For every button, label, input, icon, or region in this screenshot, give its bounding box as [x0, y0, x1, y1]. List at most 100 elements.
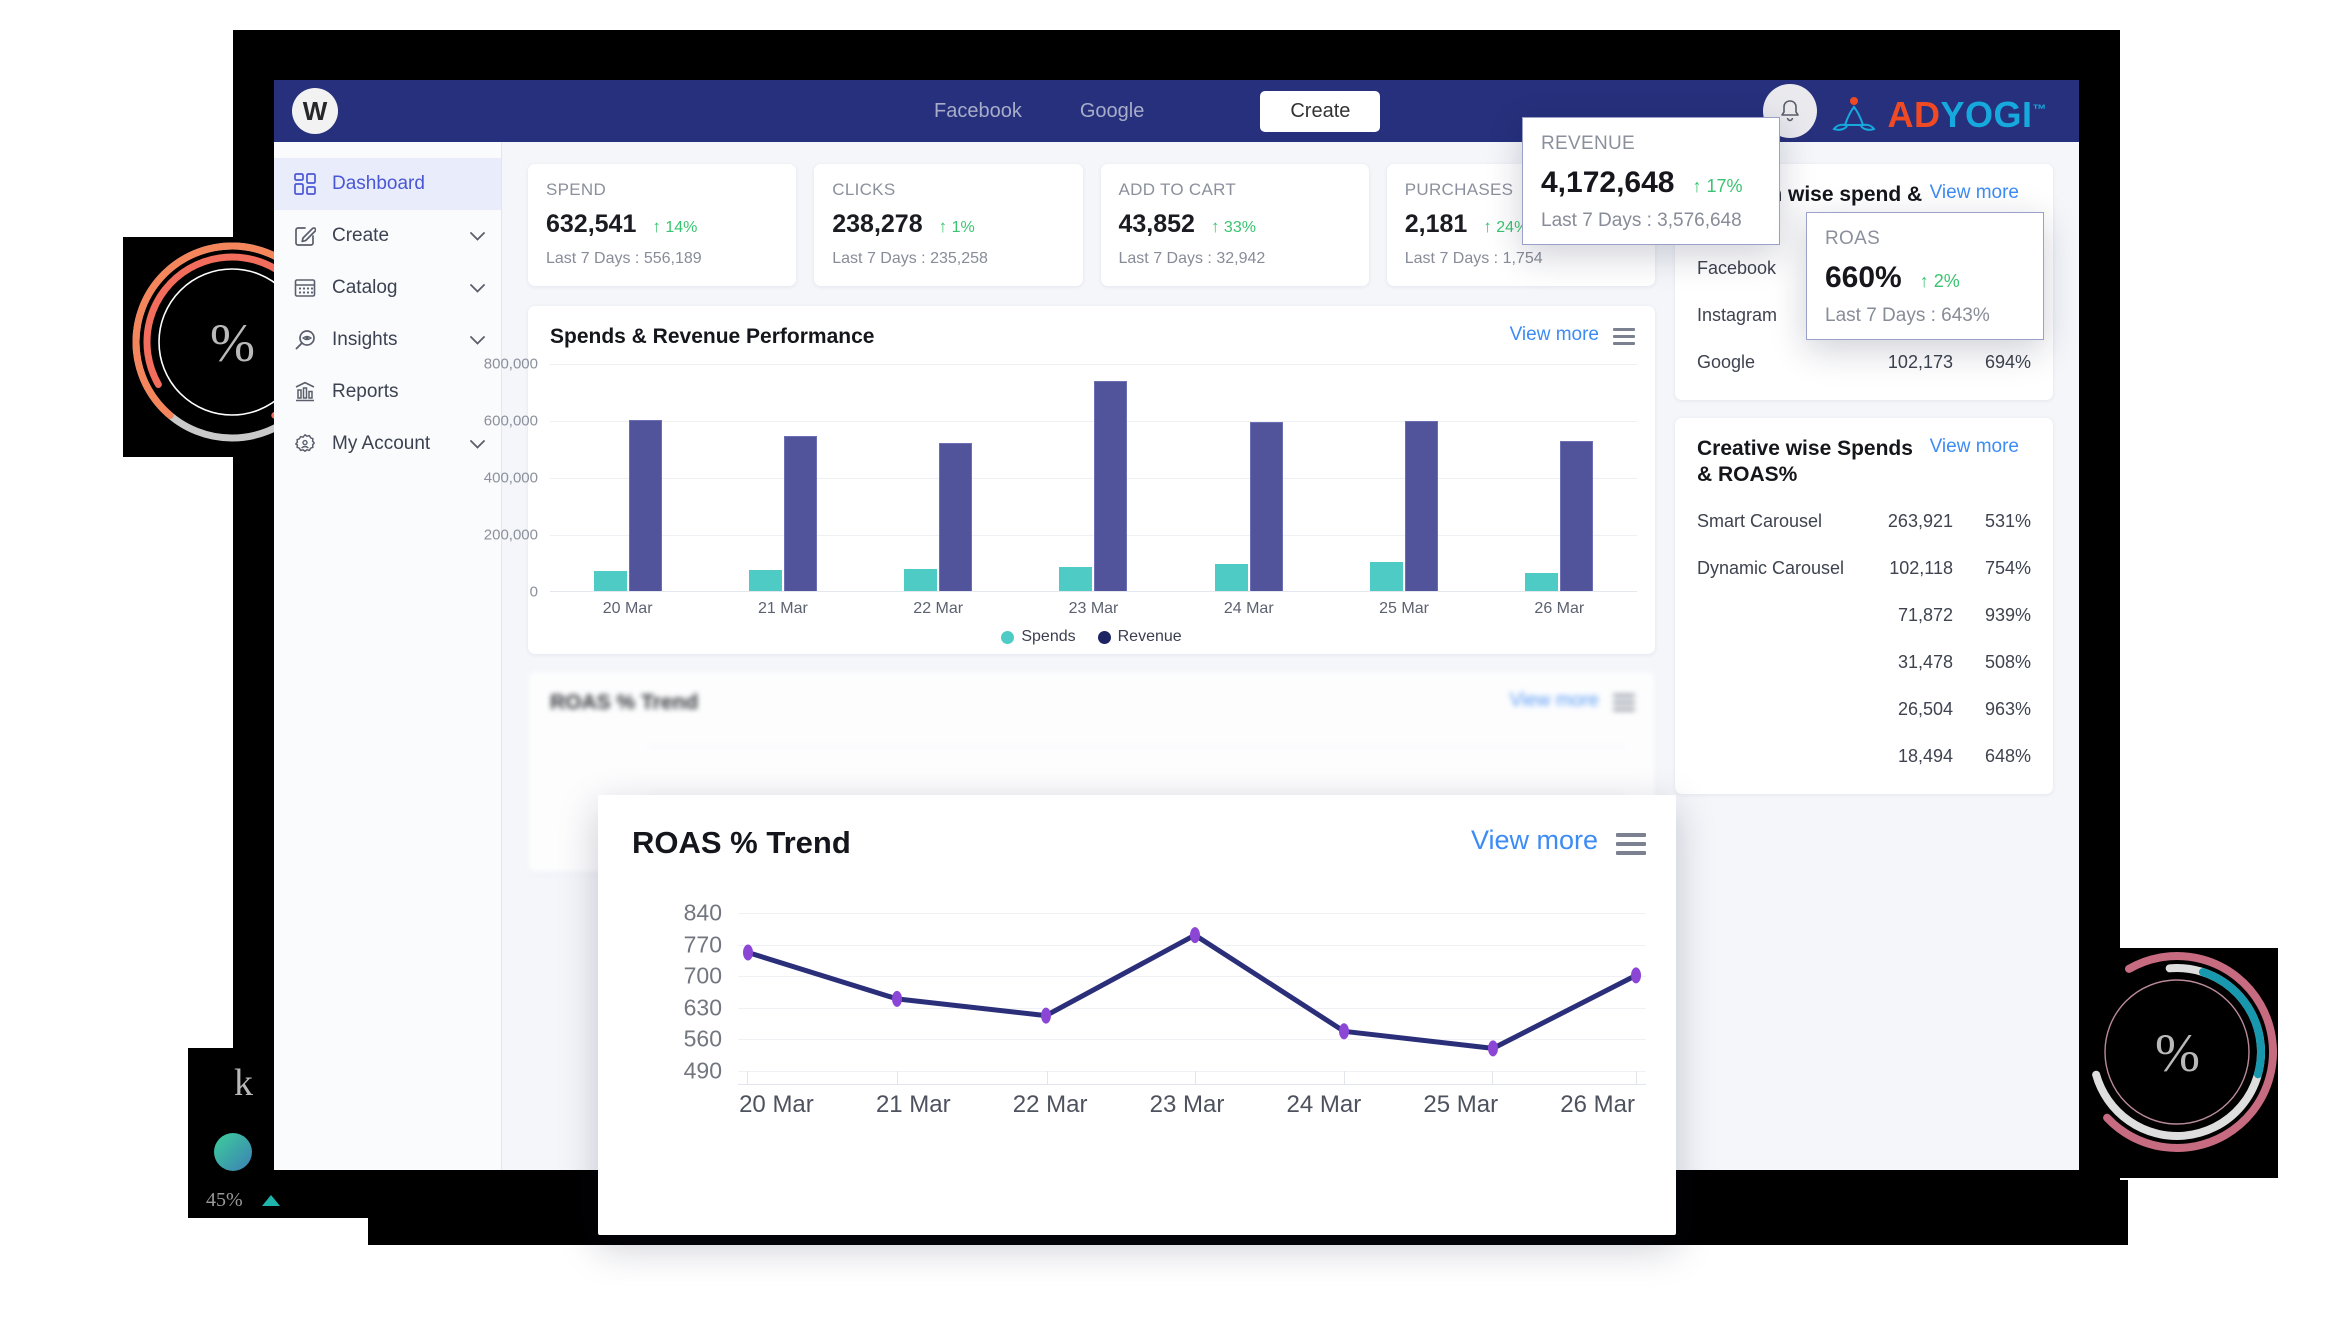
sidebar-item-insights[interactable]: Insights	[274, 314, 501, 366]
x-tick-label: 21 Mar	[758, 600, 808, 617]
data-point-24-mar	[1339, 1023, 1349, 1040]
bar-group[interactable]	[550, 364, 705, 592]
kpi-sub: Last 7 Days : 556,189	[546, 250, 702, 267]
create-button[interactable]: Create	[1260, 90, 1381, 132]
bar-revenue	[783, 435, 817, 592]
view-more-link[interactable]: View more	[1930, 436, 2019, 458]
creative-roas: 754%	[1984, 558, 2031, 578]
bar-revenue	[1405, 421, 1439, 592]
creative-roas: 508%	[1984, 652, 2031, 672]
chevron-glyph	[470, 231, 485, 241]
floating-revenue-card[interactable]: REVENUE 4,172,648 ↑ 17% Last 7 Days : 3,…	[1522, 117, 1780, 245]
table-row[interactable]: 26,504 963%	[1675, 686, 2053, 733]
data-point-21-mar	[892, 990, 902, 1007]
bar-group[interactable]	[705, 364, 860, 592]
sidebar-item-create[interactable]: Create	[274, 210, 501, 262]
bar-spends	[1214, 563, 1248, 592]
brand-wordmark: ADYOGI™	[1887, 94, 2047, 136]
gridline	[648, 792, 1625, 793]
y-tick-770: 770	[683, 931, 722, 958]
x-tick-label: 23 Mar	[1149, 1091, 1225, 1118]
floating-card-delta-value: 2%	[1933, 271, 1960, 291]
table-row[interactable]: 31,478 508%	[1675, 639, 2053, 686]
kpi-value: 2,181	[1404, 210, 1468, 238]
y-tick-700: 700	[683, 962, 722, 989]
view-more-link[interactable]: View more	[1930, 182, 2019, 204]
data-point-20-mar	[743, 944, 753, 961]
chevron-glyph	[470, 335, 485, 345]
x-tick-label: 26 Mar	[1534, 600, 1585, 617]
bar-revenue	[1560, 440, 1594, 592]
bar-spends	[1525, 572, 1559, 592]
line-chart-x-labels: 20 Mar 21 Mar 22 Mar 23 Mar 24 Mar 25 Ma…	[708, 1091, 1666, 1119]
chevron-down-icon[interactable]	[470, 228, 485, 245]
x-tick-label: 26 Mar	[1560, 1091, 1635, 1118]
y-tick-600000: 600,000	[483, 412, 538, 430]
floating-roas-card[interactable]: ROAS 660% ↑ 2% Last 7 Days : 643%	[1806, 212, 2044, 340]
sidebar-item-reports-label: Reports	[332, 381, 399, 402]
magnifier-eye-icon	[292, 327, 318, 353]
bar-revenue	[1249, 422, 1283, 592]
creative-spend: 263,921	[1887, 511, 1953, 531]
table-row[interactable]: Dynamic Carousel 102,118 754%	[1675, 545, 2053, 592]
hamburger-menu-icon[interactable]	[1613, 328, 1635, 345]
sidebar-item-my-account[interactable]: My Account	[274, 418, 501, 470]
bar-spends	[1059, 566, 1093, 592]
gear-user-glyph	[295, 434, 315, 452]
bar-chart-bank-glyph	[295, 381, 315, 402]
brand-logo: ADYOGI™	[1831, 94, 2047, 136]
bar-group[interactable]	[861, 364, 1016, 592]
edit-square-glyph	[295, 227, 316, 246]
nav-link-google[interactable]: Google	[1080, 100, 1145, 123]
card-title: ROAS % Trend	[632, 825, 851, 860]
roas-trend-markers-svg	[743, 927, 1641, 1057]
legend-label-revenue: Revenue	[1117, 628, 1182, 645]
bar-revenue	[1094, 381, 1128, 592]
table-row[interactable]: 18,494 648%	[1675, 733, 2053, 780]
bar-group[interactable]	[1326, 364, 1481, 592]
creative-spend: 18,494	[1897, 746, 1953, 766]
hamburger-menu-icon[interactable]	[1616, 833, 1646, 855]
x-tick	[1194, 1071, 1196, 1085]
platform-spend: 102,173	[1887, 351, 1953, 372]
kpi-card-clicks[interactable]: CLICKS 238,278 ↑ 1% Last 7 Days : 235,25…	[814, 164, 1083, 286]
view-more-link[interactable]: View more	[1471, 825, 1598, 856]
donut-right-label: %	[2155, 1022, 2200, 1083]
kpi-delta: ↑ 1%	[939, 217, 975, 237]
legend-item-spends[interactable]: Spends	[1001, 628, 1076, 646]
x-axis-line	[738, 1084, 1646, 1085]
bar-revenue	[939, 442, 973, 592]
sidebar-item-reports[interactable]: Reports	[274, 366, 501, 418]
kpi-value: 238,278	[832, 210, 923, 238]
table-row[interactable]: 71,872 939%	[1675, 592, 2053, 639]
view-more-link[interactable]: View more	[1510, 690, 1599, 712]
x-tick-label: 24 Mar	[1286, 1091, 1362, 1118]
sidebar-item-catalog[interactable]: Catalog	[274, 262, 501, 314]
sidebar-item-dashboard-label: Dashboard	[332, 173, 425, 194]
bar-group[interactable]	[1171, 364, 1326, 592]
chevron-down-icon[interactable]	[470, 280, 485, 297]
chevron-down-icon[interactable]	[470, 436, 485, 453]
nav-link-facebook[interactable]: Facebook	[934, 100, 1022, 123]
card-header: Creative wise Spends & ROAS% View more	[1675, 418, 2053, 489]
data-point-22-mar	[1041, 1007, 1051, 1024]
bar-group[interactable]	[1016, 364, 1171, 592]
table-row[interactable]: Smart Carousel 263,921 531%	[1675, 498, 2053, 545]
kpi-card-spend[interactable]: SPEND 632,541 ↑ 14% Last 7 Days : 556,18…	[528, 164, 797, 286]
catalog-grid-glyph	[294, 279, 316, 297]
legend-item-revenue[interactable]: Revenue	[1097, 628, 1182, 646]
spends-revenue-performance-card: Spends & Revenue Performance View more 8…	[484, 306, 1655, 654]
y-tick-200000: 200,000	[483, 526, 538, 544]
sidebar-item-dashboard[interactable]: Dashboard	[274, 158, 501, 210]
hamburger-menu-icon[interactable]	[1613, 694, 1635, 711]
kpi-title: CLICKS	[832, 180, 896, 199]
bar-group[interactable]	[1482, 364, 1637, 592]
table-row[interactable]: Google 102,173 694%	[1675, 339, 2053, 386]
view-more-link[interactable]: View more	[1510, 324, 1599, 346]
kpi-card-add-to-cart[interactable]: ADD TO CART 43,852 ↑ 33% Last 7 Days : 3…	[1100, 164, 1369, 286]
x-tick	[1046, 1071, 1048, 1085]
chevron-down-icon[interactable]	[470, 332, 485, 349]
x-tick-label: 22 Mar	[1012, 1091, 1088, 1118]
kpi-delta-value: 14%	[665, 219, 698, 236]
avatar[interactable]: W	[292, 88, 338, 134]
